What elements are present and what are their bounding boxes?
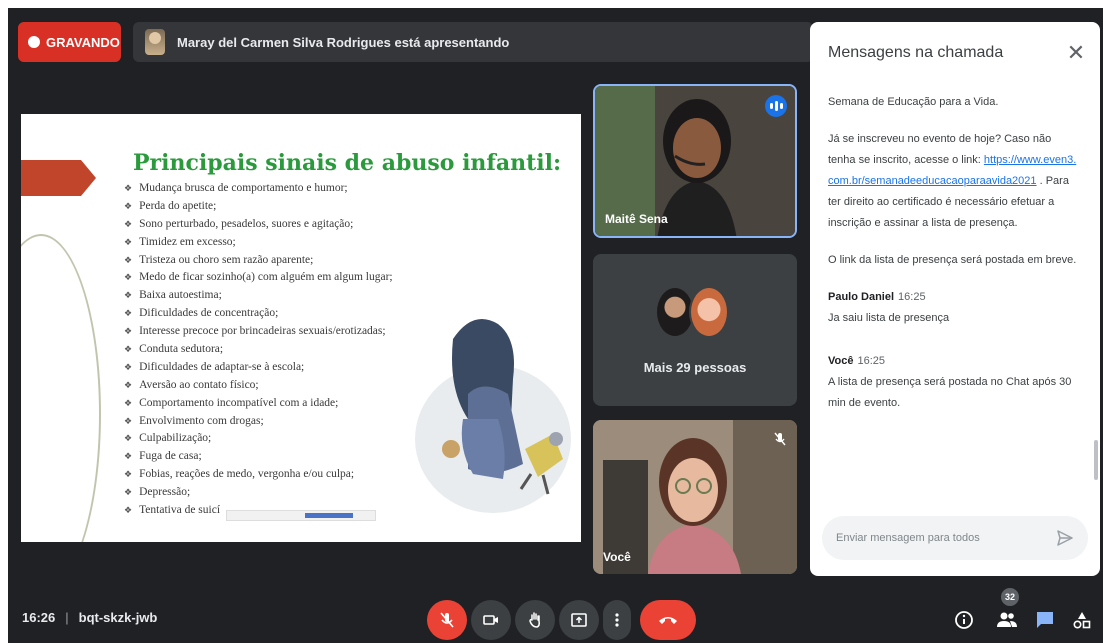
slide-bullet: Fuga de casa; — [124, 448, 393, 466]
avatar — [689, 286, 729, 338]
presenting-banner: Maray del Carmen Silva Rodrigues está ap… — [133, 22, 813, 62]
send-icon[interactable] — [1056, 529, 1074, 547]
chat-message: Paulo Daniel 16:25 Ja saiu lista de prese… — [828, 287, 1080, 329]
toggle-camera-button[interactable] — [471, 600, 511, 640]
slide-bullet: Aversão ao contato físico; — [124, 377, 393, 395]
present-icon — [571, 613, 587, 627]
sad-child-illustration — [415, 319, 571, 513]
meet-stage: GRAVANDO Maray del Carmen Silva Rodrigue… — [8, 8, 1103, 643]
slide-caption-bar — [226, 510, 376, 521]
participant-name: Maitê Sena — [605, 212, 668, 226]
chat-scrollbar[interactable] — [1094, 440, 1098, 480]
present-screen-button[interactable] — [559, 600, 599, 640]
chat-system-message: Já se inscreveu no evento de hoje? Caso … — [828, 133, 1077, 229]
chat-messages: Semana de Educação para a Vida. Já se in… — [828, 92, 1080, 436]
slide-bullet: Medo de ficar sozinho(a) com alguém em a… — [124, 269, 393, 287]
slide-bullet: Dificuldades de adaptar-se à escola; — [124, 359, 393, 377]
slide-title: Principais sinais de abuso infantil: — [133, 150, 562, 176]
slide-bullet: Depressão; — [124, 484, 393, 502]
chat-system-message: Semana de Educação para a Vida. — [828, 96, 999, 108]
info-icon — [955, 611, 973, 629]
slide-bullet: Envolvimento com drogas; — [124, 413, 393, 431]
chat-icon — [1037, 612, 1053, 628]
meeting-details-button[interactable] — [952, 608, 976, 632]
chat-system-message: O link da lista de presença será postada… — [828, 254, 1077, 266]
presenting-text: Maray del Carmen Silva Rodrigues está ap… — [177, 34, 510, 50]
slide-bullet: Timidez em excesso; — [124, 234, 393, 252]
slide-bullet: Comportamento incompatível com a idade; — [124, 395, 393, 413]
current-time: 16:26 — [22, 610, 56, 625]
mic-off-icon — [774, 432, 786, 446]
message-text: Ja saiu lista de presença — [828, 312, 950, 324]
recording-badge[interactable]: GRAVANDO — [18, 22, 121, 62]
message-sender: Você — [828, 355, 854, 367]
chat-message: Você 16:25 A lista de presença será posta… — [828, 351, 1080, 414]
slide-bullet: Baixa autoestima; — [124, 287, 393, 305]
recording-label: GRAVANDO — [46, 34, 120, 50]
meeting-details: 16:26 | bqt-skzk-jwb — [22, 610, 157, 625]
more-participants-avatars — [655, 286, 729, 338]
people-icon — [997, 612, 1017, 627]
close-icon: ✕ — [1066, 40, 1086, 65]
slide-bullet: Conduta sedutora; — [124, 341, 393, 359]
slide-bullet: Sono perturbado, pesadelos, suores e agi… — [124, 216, 393, 234]
slide-bullet: Dificuldades de concentração; — [124, 305, 393, 323]
chat-input-placeholder: Enviar mensagem para todos — [836, 532, 980, 544]
hand-icon — [529, 612, 540, 628]
message-time: 16:25 — [857, 355, 886, 367]
divider: | — [65, 610, 69, 625]
participants-count-badge: 32 — [1001, 588, 1019, 606]
show-everyone-button[interactable] — [995, 608, 1019, 632]
slide-bullet: Mudança brusca de comportamento e humor; — [124, 180, 393, 198]
presenter-avatar — [145, 29, 165, 55]
close-chat-button[interactable]: ✕ — [1062, 39, 1090, 67]
speaking-indicator-icon — [765, 95, 787, 117]
slide-arrow-decoration — [21, 160, 96, 196]
message-time: 16:25 — [898, 291, 926, 303]
slide-bullet: Tristeza ou choro sem razão aparente; — [124, 252, 393, 270]
slide-bullet: Interesse precoce por brincadeiras sexua… — [124, 323, 393, 341]
slide-bullet: Culpabilização; — [124, 430, 393, 448]
participant-tile-maite[interactable]: Maitê Sena — [593, 84, 797, 238]
chat-title: Mensagens na chamada — [828, 44, 1004, 61]
presentation-slide: Principais sinais de abuso infantil: Mud… — [21, 114, 581, 542]
slide-bullet: Fobias, reações de medo, vergonha e/ou c… — [124, 466, 393, 484]
chat-message-input[interactable]: Enviar mensagem para todos — [822, 516, 1088, 560]
message-text: A lista de presença será postada no Chat… — [828, 376, 1072, 409]
camera-icon — [483, 615, 498, 625]
more-participants-label: Mais 29 pessoas — [643, 360, 747, 375]
slide-bullet: Perda do apetite; — [124, 198, 393, 216]
more-options-button[interactable] — [603, 600, 631, 640]
toggle-mic-button[interactable] — [427, 600, 467, 640]
meeting-code: bqt-skzk-jwb — [78, 610, 158, 625]
slide-bullet-list: Mudança brusca de comportamento e humor;… — [124, 180, 393, 520]
more-vert-icon — [615, 613, 619, 627]
slide-curve-decoration — [21, 234, 101, 542]
participant-tile-more[interactable]: Mais 29 pessoas — [593, 254, 797, 406]
message-sender: Paulo Daniel — [828, 291, 895, 303]
activities-button[interactable] — [1070, 608, 1094, 632]
leave-call-button[interactable] — [640, 600, 696, 640]
chat-panel: Mensagens na chamada ✕ Semana de Educaçã… — [810, 22, 1100, 576]
hang-up-icon — [659, 617, 677, 624]
participant-name: Você — [603, 550, 631, 564]
raise-hand-button[interactable] — [515, 600, 555, 640]
record-dot-icon — [28, 36, 40, 48]
activities-icon — [1073, 612, 1091, 629]
participant-tile-self[interactable]: Você — [593, 420, 797, 574]
chat-button[interactable] — [1033, 608, 1057, 632]
mic-off-icon — [440, 612, 454, 628]
